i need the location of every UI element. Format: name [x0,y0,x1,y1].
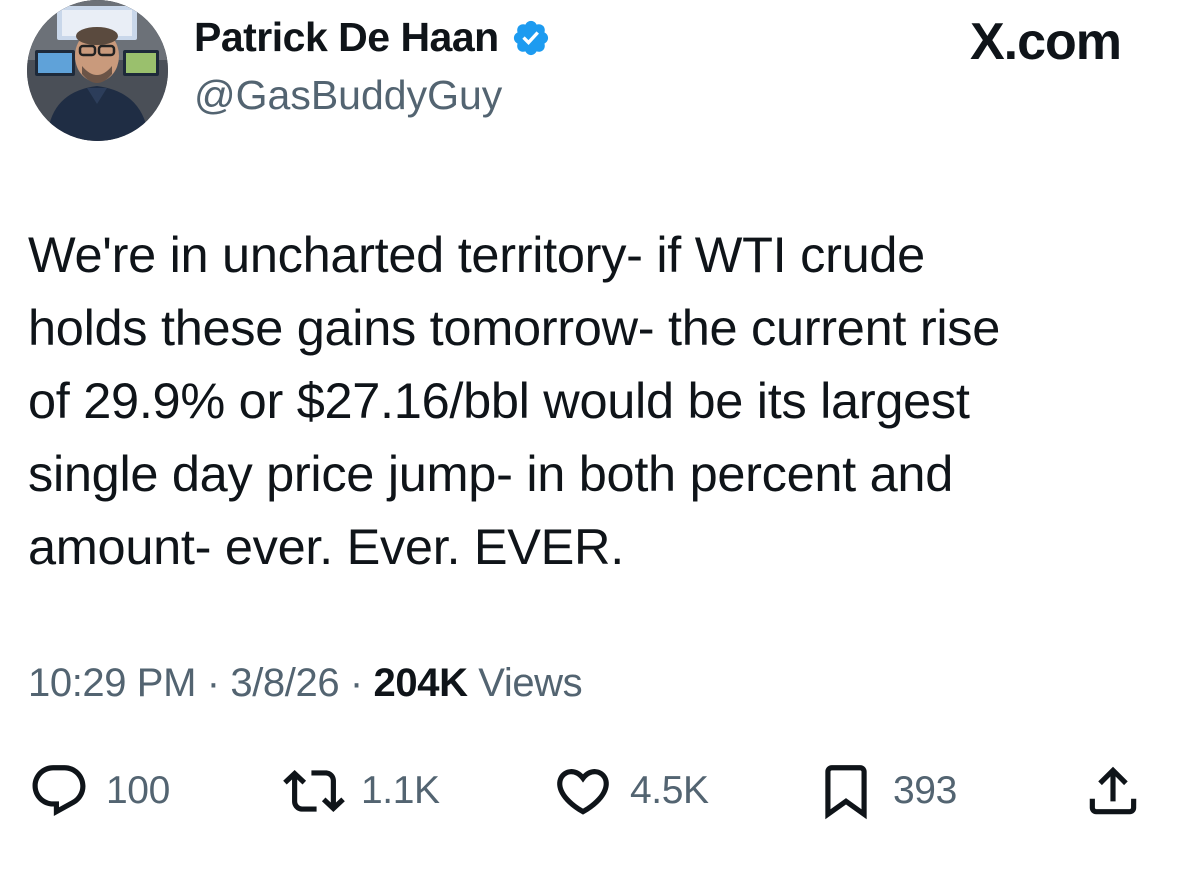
tweet-text-line: holds these gains tomorrow- the current … [28,299,1000,356]
views-label: Views [478,661,583,705]
reply-button[interactable]: 100 [28,760,170,822]
display-name[interactable]: Patrick De Haan [194,14,499,61]
tweet-text-line: amount- ever. Ever. EVER. [28,518,624,575]
avatar[interactable] [27,0,168,141]
action-bar: 100 1.1K 4.5K 393 [0,760,1179,822]
bookmark-button[interactable]: 393 [815,760,957,822]
tweet-text: We're in uncharted territory- if WTI cru… [28,218,1138,583]
bookmark-icon [825,765,867,820]
avatar-photo [27,0,168,141]
views-count: 204K [373,661,468,705]
reply-icon [32,765,86,817]
tweet-date[interactable]: 3/8/26 [230,661,339,705]
meta-separator: · [206,661,220,705]
share-icon [1089,766,1137,815]
author-name-row[interactable]: Patrick De Haan [194,14,551,61]
tweet-text-line: single day price jump- in both percent a… [28,445,954,502]
brand-logo: X.com [969,13,1122,71]
repost-button[interactable]: 1.1K [283,760,440,822]
repost-icon [283,770,345,812]
tweet-time[interactable]: 10:29 PM [28,661,196,705]
repost-count: 1.1K [361,769,440,812]
heart-icon [557,769,609,815]
like-button[interactable]: 4.5K [552,760,709,822]
like-count: 4.5K [630,769,709,812]
tweet-meta: 10:29 PM · 3/8/26 · 204K Views [28,661,583,706]
share-button[interactable] [1082,760,1144,822]
meta-separator: · [349,661,363,705]
reply-count: 100 [106,769,170,812]
bookmark-count: 393 [893,769,957,812]
author-handle[interactable]: @GasBuddyGuy [194,72,502,119]
tweet-text-line: of 29.9% or $27.16/bbl would be its larg… [28,372,970,429]
tweet-text-line: We're in uncharted territory- if WTI cru… [28,226,925,283]
verified-badge-icon [511,18,551,58]
